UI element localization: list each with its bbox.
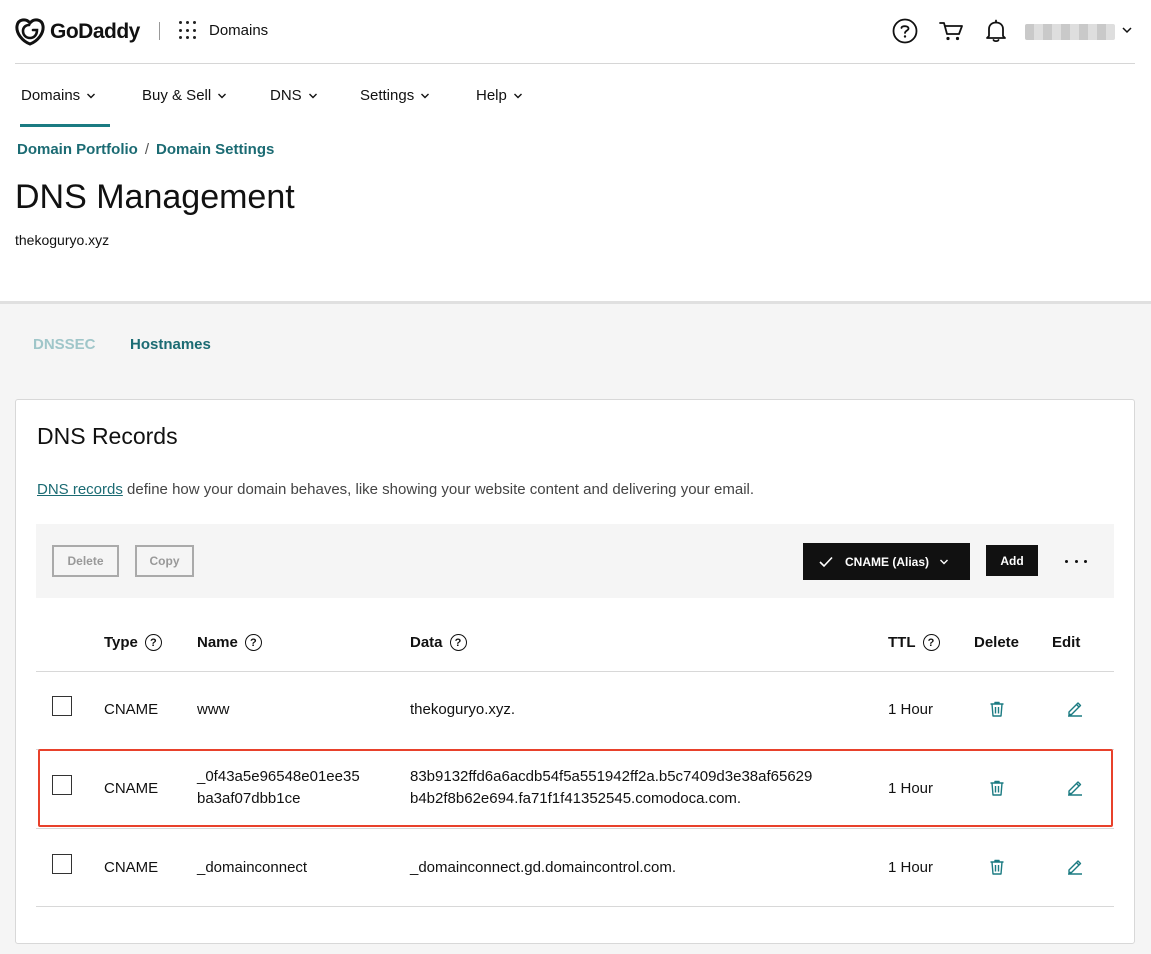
tab-dnssec[interactable]: DNSSEC [33, 336, 96, 353]
help-icon[interactable]: ? [449, 634, 467, 651]
breadcrumb-domain-settings[interactable]: Domain Settings [156, 141, 274, 158]
header-delete: Delete [974, 634, 1020, 651]
add-button[interactable]: Add [986, 545, 1038, 576]
page-title: DNS Management [15, 178, 295, 216]
record-data: _domainconnect.gd.domaincontrol.com. [410, 859, 676, 876]
chevron-down-icon [513, 93, 522, 98]
checkmark-icon [819, 556, 833, 567]
chevron-down-icon [218, 93, 227, 98]
nav-buy-sell[interactable]: Buy & Sell [142, 87, 227, 104]
nav-help[interactable]: Help [476, 87, 523, 104]
help-icon[interactable]: ? [922, 634, 940, 651]
chevron-down-icon [940, 559, 949, 564]
dns-records-card: DNS Records DNS records define how your … [15, 399, 1135, 944]
nav-buy-sell-label: Buy & Sell [142, 87, 212, 104]
row-checkbox[interactable] [52, 775, 72, 795]
tab-hostnames[interactable]: Hostnames [130, 336, 211, 353]
card-description: DNS records define how your domain behav… [37, 481, 754, 498]
table-row: CNAME _domainconnect _domainconnect.gd.d… [36, 829, 1114, 907]
record-ttl: 1 Hour [888, 701, 934, 718]
record-ttl: 1 Hour [888, 859, 934, 876]
notifications-button[interactable] [983, 18, 1009, 44]
table-row: CNAME _0f43a5e96548e01ee35 ba3af07dbb1ce… [36, 750, 1114, 829]
domain-name: thekoguryo.xyz [15, 232, 110, 248]
record-type-select[interactable]: CNAME (Alias) [803, 543, 970, 580]
record-data-line2: b4b2f8b62e694.fa71f1f41352545.comodoca.c… [410, 790, 742, 807]
trash-icon[interactable] [988, 858, 1006, 876]
breadcrumb: Domain Portfolio / Domain Settings [17, 141, 274, 158]
nav-domains-label: Domains [21, 87, 81, 104]
brand-name: GoDaddy [50, 20, 140, 43]
header-ttl: TTL ? [888, 634, 940, 651]
header-type-label: Type [104, 634, 138, 651]
help-icon[interactable]: ? [244, 634, 262, 651]
copy-button[interactable]: Copy [135, 545, 194, 577]
pencil-icon[interactable] [1066, 699, 1084, 717]
account-menu[interactable] [1025, 24, 1115, 40]
delete-button[interactable]: Delete [52, 545, 119, 577]
nav-dns[interactable]: DNS [270, 87, 318, 104]
records-toolbar: Delete Copy CNAME (Alias) Add [36, 524, 1114, 598]
header-divider [159, 22, 160, 40]
cart-icon [939, 22, 963, 41]
nav-settings-label: Settings [360, 87, 415, 104]
app-switcher[interactable]: Domains [179, 21, 268, 40]
card-title: DNS Records [37, 423, 178, 449]
chevron-down-icon[interactable] [1121, 24, 1133, 36]
record-name: _domainconnect [197, 859, 308, 876]
trash-icon[interactable] [988, 779, 1006, 797]
record-type-value: CNAME (Alias) [845, 554, 930, 569]
nav-domains[interactable]: Domains [21, 87, 96, 104]
chevron-down-icon [421, 93, 430, 98]
pencil-icon[interactable] [1066, 778, 1084, 796]
breadcrumb-domain-portfolio[interactable]: Domain Portfolio [17, 141, 138, 158]
help-icon[interactable]: ? [144, 634, 162, 651]
record-name-line1: _0f43a5e96548e01ee35 [197, 768, 360, 785]
apps-grid-icon [179, 21, 198, 40]
bell-icon [986, 19, 1006, 43]
godaddy-logo-icon [15, 18, 45, 46]
record-type: CNAME [104, 701, 159, 718]
breadcrumb-separator: / [144, 141, 149, 158]
nav-dns-label: DNS [270, 87, 302, 104]
record-name-line2: ba3af07dbb1ce [197, 790, 301, 807]
record-type: CNAME [104, 859, 159, 876]
chevron-down-icon [87, 93, 96, 98]
nav-help-label: Help [476, 87, 507, 104]
header-name: Name ? [197, 634, 262, 651]
help-button[interactable] [892, 18, 918, 44]
card-description-text: define how your domain behaves, like sho… [122, 481, 755, 498]
table-header: Type ? Name ? Data ? TTL ? Delete Edit [36, 626, 1114, 672]
record-data: 83b9132ffd6a6acdb54f5a551942ff2a.b5c7409… [410, 766, 812, 810]
record-name: www [197, 701, 230, 718]
main-nav: Domains Buy & Sell DNS Settings Help [0, 64, 1151, 128]
godaddy-logo[interactable]: GoDaddy [15, 17, 140, 47]
record-name: _0f43a5e96548e01ee35 ba3af07dbb1ce [197, 766, 360, 810]
nav-settings[interactable]: Settings [360, 87, 430, 104]
cart-button[interactable] [938, 18, 964, 44]
app-switcher-label: Domains [209, 22, 269, 39]
row-checkbox[interactable] [52, 696, 72, 716]
dns-records-link[interactable]: DNS records [37, 481, 123, 498]
header-edit: Edit [1052, 634, 1081, 651]
header-ttl-label: TTL [888, 634, 916, 651]
trash-icon[interactable] [988, 700, 1006, 718]
record-ttl: 1 Hour [888, 780, 934, 797]
top-bar: GoDaddy Domains [0, 0, 1151, 64]
active-nav-indicator [20, 124, 110, 127]
table-row: CNAME www thekoguryo.xyz. 1 Hour [36, 672, 1114, 750]
record-type: CNAME [104, 780, 159, 797]
more-dots-icon[interactable] [1065, 552, 1087, 570]
pencil-icon[interactable] [1066, 857, 1084, 875]
header-data: Data ? [410, 634, 467, 651]
header-data-label: Data [410, 634, 443, 651]
chevron-down-icon [308, 93, 317, 98]
row-checkbox[interactable] [52, 854, 72, 874]
header-type: Type ? [104, 634, 162, 651]
record-data: thekoguryo.xyz. [410, 701, 516, 718]
help-icon [892, 18, 918, 44]
record-data-line1: 83b9132ffd6a6acdb54f5a551942ff2a.b5c7409… [410, 768, 813, 785]
header-name-label: Name [197, 634, 238, 651]
